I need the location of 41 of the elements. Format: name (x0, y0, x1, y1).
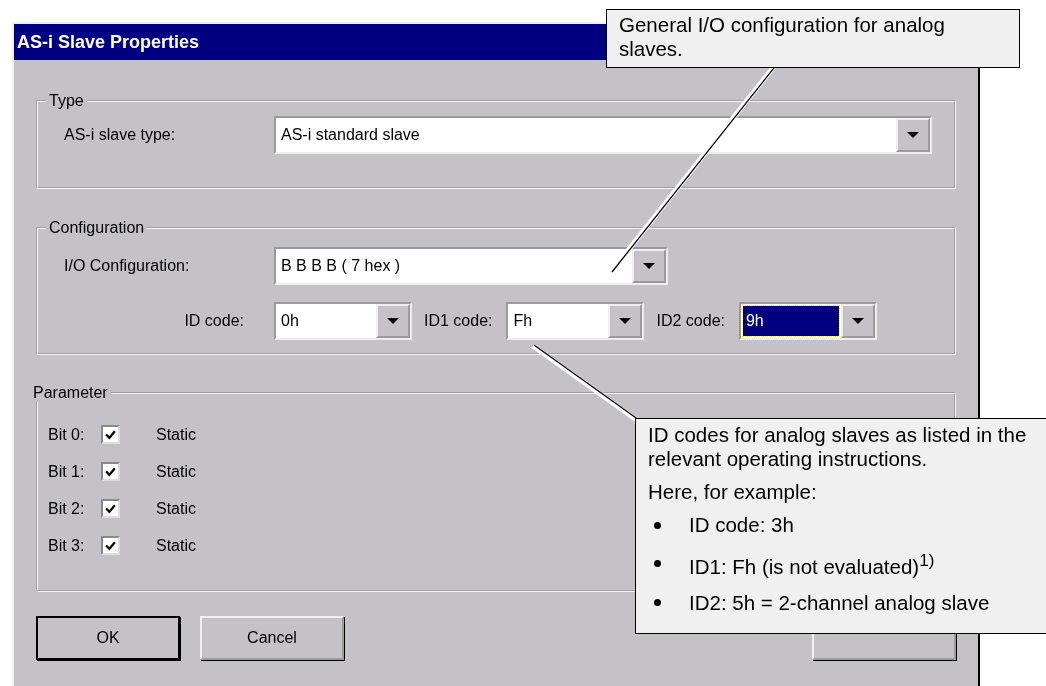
callout-text: Here, for example: (648, 480, 818, 504)
ok-button[interactable]: OK (36, 616, 180, 660)
cancel-button[interactable]: Cancel (200, 616, 344, 660)
field-label: ID code: (183, 312, 245, 330)
slave-type-dropdown[interactable]: AS-i standard slave (274, 116, 932, 154)
checkbox-label: Static (156, 499, 196, 518)
checkbox[interactable] (101, 499, 120, 518)
io-configuration-dropdown[interactable]: B B B B ( 7 hex ) (274, 247, 668, 285)
bit-label: Bit 0: (48, 425, 86, 444)
checkbox-label: Static (156, 425, 196, 444)
window-title: AS-i Slave Properties (17, 31, 200, 53)
code-dropdown[interactable]: 0h (274, 302, 412, 340)
bit-label: Bit 3: (48, 536, 86, 555)
bit-label: Bit 2: (48, 499, 86, 518)
callout-list-item: ID code: 3h (689, 513, 794, 537)
checkbox[interactable] (101, 536, 120, 555)
callout-text: General I/O configuration for analog slaves. (619, 13, 946, 61)
group-legend: Parameter (30, 384, 111, 402)
bullet-icon (654, 521, 661, 529)
bullet-icon (654, 560, 661, 568)
field-label: ID2 code: (656, 312, 725, 330)
callout-text: ID codes for analog slaves as listed in the relevant operating instructions. (648, 423, 1028, 471)
field-label: I/O Configuration: (64, 257, 191, 275)
check-icon (105, 540, 116, 551)
check-icon (105, 466, 116, 477)
callout-list-item: ID1: Fh (is not evaluated)$^{1)}$ (689, 550, 935, 579)
check-icon (105, 429, 116, 440)
bit-label: Bit 1: (48, 462, 86, 481)
check-icon (105, 503, 116, 514)
callout-list-item: ID2: 5h = 2-channel analog slave (689, 590, 990, 615)
group-legend: Configuration (46, 219, 148, 237)
checkbox-label: Static (156, 462, 196, 481)
code-dropdown[interactable]: 9h (738, 302, 877, 340)
checkbox[interactable] (101, 462, 120, 481)
group-legend: Type (46, 92, 87, 110)
field-label: AS-i slave type: (64, 126, 177, 144)
checkbox-label: Static (156, 536, 196, 555)
field-label: ID1 code: (424, 312, 493, 330)
checkbox[interactable] (101, 425, 120, 444)
bullet-icon (654, 599, 661, 607)
code-dropdown[interactable]: Fh (506, 302, 645, 340)
